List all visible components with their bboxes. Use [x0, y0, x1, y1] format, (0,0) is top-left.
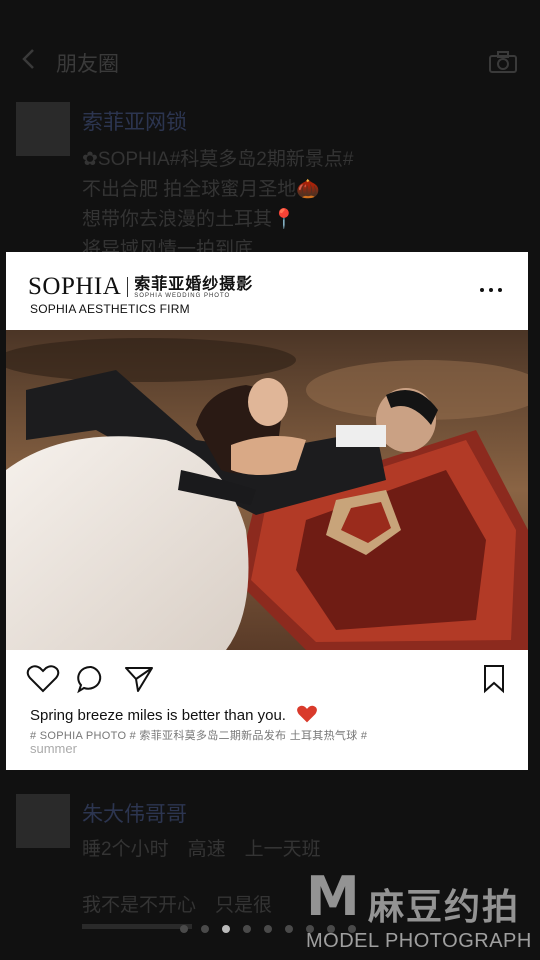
- page-title: 朋友圈: [56, 53, 119, 76]
- watermark-brand-en: MODEL PHOTOGRAPH: [306, 930, 532, 952]
- post-text-line: 睡2个小时 高速 上一天班: [82, 839, 321, 860]
- post-text-line: 不出合肥 拍全球蜜月圣地🌰: [82, 179, 320, 200]
- brand-name-cn: 索菲亚婚纱摄影: [134, 275, 254, 293]
- brand-subtitle: SOPHIA WEDDING PHOTO: [134, 292, 231, 299]
- top-navigation-bar: 朋友圈: [0, 38, 540, 84]
- poster-name[interactable]: 索菲亚网锁: [82, 106, 187, 136]
- post-text-line: 我不是不开心 只是很: [82, 895, 273, 916]
- pager-dot[interactable]: [243, 925, 251, 933]
- red-heart-icon: [297, 705, 318, 723]
- comment-bubble-icon[interactable]: [76, 664, 106, 694]
- brand-logo: SOPHIA 索菲亚婚纱摄影 SOPHIA WEDDING PHOTO: [28, 272, 253, 302]
- pager-dot[interactable]: [180, 925, 188, 933]
- post-actions-bar: [6, 662, 528, 698]
- caption-text: Spring breeze miles is better than you.: [30, 707, 286, 724]
- like-heart-icon[interactable]: [26, 664, 60, 694]
- pager-dot[interactable]: [264, 925, 272, 933]
- caption-line: Spring breeze miles is better than you.: [30, 704, 318, 724]
- hashtags-line: # SOPHIA PHOTO # 索菲亚科莫多岛二期新品发布 土耳其热气球 #: [30, 730, 368, 742]
- camera-icon[interactable]: [488, 50, 518, 74]
- wedding-photo[interactable]: [6, 330, 528, 650]
- more-options-icon[interactable]: [480, 288, 502, 292]
- brand-divider: [127, 277, 129, 297]
- avatar[interactable]: [16, 794, 70, 848]
- photo-illustration: [6, 330, 528, 650]
- bookmark-icon[interactable]: [482, 664, 506, 694]
- back-arrow-icon[interactable]: [18, 46, 42, 72]
- hashtags-line-2: summer: [30, 741, 77, 756]
- post-text-line: 想带你去浪漫的土耳其📍: [82, 209, 296, 230]
- brand-name-en: SOPHIA: [28, 273, 122, 300]
- pager-dot[interactable]: [285, 925, 293, 933]
- pager-dot[interactable]: [222, 925, 230, 933]
- pager-dot[interactable]: [201, 925, 209, 933]
- watermark: M 麻豆约拍 MODEL PHOTOGRAPH: [306, 870, 536, 954]
- avatar[interactable]: [16, 102, 70, 156]
- image-preview-card: SOPHIA 索菲亚婚纱摄影 SOPHIA WEDDING PHOTO SOPH…: [6, 252, 528, 770]
- progress-strip: [82, 924, 192, 929]
- poster-name[interactable]: 朱大伟哥哥: [82, 798, 187, 828]
- watermark-brand-cn: 麻豆约拍: [368, 886, 521, 927]
- post-text-line: ✿SOPHIA#科莫多岛2期新景点#: [82, 149, 354, 170]
- watermark-logo: M: [306, 865, 360, 928]
- share-send-icon[interactable]: [124, 664, 154, 694]
- firm-name: SOPHIA AESTHETICS FIRM: [30, 302, 190, 316]
- card-header: SOPHIA 索菲亚婚纱摄影 SOPHIA WEDDING PHOTO SOPH…: [6, 252, 528, 330]
